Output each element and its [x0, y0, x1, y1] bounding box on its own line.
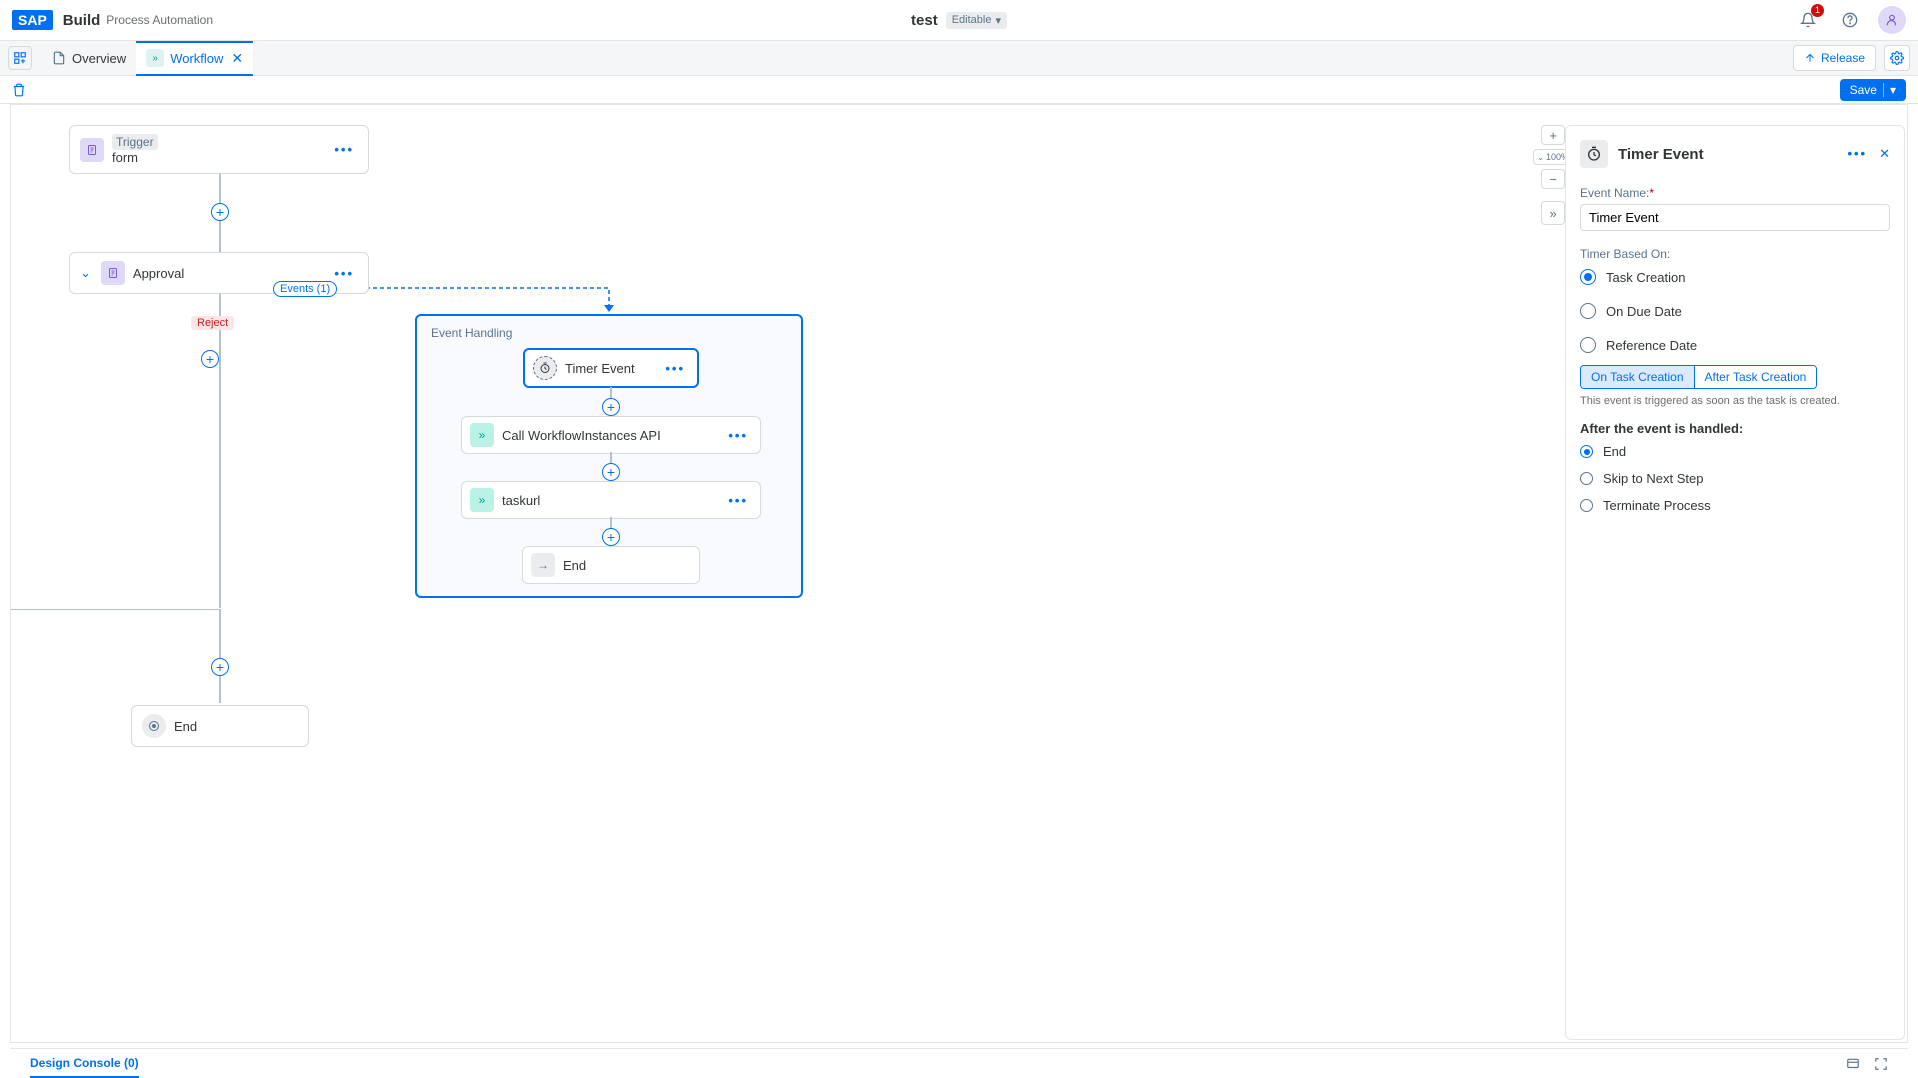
close-tab-icon[interactable]: ✕	[231, 50, 243, 67]
connector	[219, 291, 221, 608]
zoom-out-button[interactable]: −	[1541, 169, 1565, 189]
fullscreen-icon[interactable]	[1874, 1057, 1888, 1071]
node-more-icon[interactable]: •••	[330, 266, 358, 281]
save-dropdown-icon[interactable]: ▾	[1883, 83, 1896, 97]
workflow-icon: »	[146, 49, 164, 67]
help-icon[interactable]	[1836, 6, 1864, 34]
action-icon: »	[470, 423, 494, 447]
node-trigger-title: Trigger	[112, 134, 158, 150]
tab-workflow[interactable]: » Workflow ✕	[136, 41, 253, 76]
artifact-picker-icon[interactable]	[8, 46, 32, 70]
radio-terminate[interactable]: Terminate Process	[1580, 498, 1890, 513]
add-step-button[interactable]: +	[211, 658, 229, 676]
editor-toolbar: Save ▾	[0, 76, 1918, 104]
node-more-icon[interactable]: •••	[724, 428, 752, 443]
radio-due-date[interactable]: On Due Date	[1580, 303, 1890, 319]
add-step-button[interactable]: +	[602, 398, 620, 416]
add-step-button[interactable]: +	[602, 463, 620, 481]
node-approval-label: Approval	[133, 266, 184, 281]
release-button[interactable]: Release	[1793, 45, 1876, 71]
add-step-button[interactable]: +	[602, 528, 620, 546]
console-view-icon[interactable]	[1846, 1057, 1860, 1071]
tabs-bar: Overview » Workflow ✕ Release	[0, 41, 1918, 76]
node-timer-label: Timer Event	[565, 361, 635, 376]
node-taskurl-label: taskurl	[502, 493, 540, 508]
seg-after-task-creation[interactable]: After Task Creation	[1694, 366, 1817, 388]
tab-overview[interactable]: Overview	[42, 41, 136, 76]
action-icon: »	[470, 488, 494, 512]
chevron-down-icon[interactable]: ⌄	[80, 265, 91, 281]
event-name-input[interactable]	[1580, 204, 1890, 231]
user-avatar[interactable]	[1878, 6, 1906, 34]
chevron-down-icon: ▾	[995, 14, 1001, 27]
notification-badge: 1	[1811, 4, 1824, 17]
node-end[interactable]: End	[131, 705, 309, 747]
save-button[interactable]: Save ▾	[1840, 79, 1906, 101]
node-taskurl[interactable]: » taskurl •••	[461, 481, 761, 519]
node-more-icon[interactable]: •••	[330, 142, 358, 157]
connector	[219, 609, 221, 703]
timer-icon	[533, 356, 557, 380]
sap-logo: SAP	[12, 10, 53, 30]
seg-on-task-creation[interactable]: On Task Creation	[1581, 366, 1694, 388]
node-more-icon[interactable]: •••	[661, 361, 689, 376]
timer-icon	[1580, 140, 1608, 168]
node-end-inner-label: End	[563, 558, 586, 573]
radio-skip[interactable]: Skip to Next Step	[1580, 471, 1890, 486]
project-name: test	[911, 12, 938, 29]
delete-icon[interactable]	[12, 83, 26, 97]
add-step-button[interactable]: +	[201, 350, 219, 368]
panel-more-icon[interactable]: •••	[1847, 146, 1867, 162]
panel-close-icon[interactable]: ✕	[1879, 146, 1890, 162]
end-icon: →	[531, 553, 555, 577]
node-end-label: End	[174, 719, 197, 734]
properties-panel: Timer Event ••• ✕ Event Name:* Timer Bas…	[1565, 125, 1905, 1040]
collapse-panel-button[interactable]: »	[1541, 201, 1565, 225]
node-call-api[interactable]: » Call WorkflowInstances API •••	[461, 416, 761, 454]
node-trigger-sub: form	[112, 150, 158, 165]
event-name-label: Event Name:*	[1580, 186, 1890, 200]
panel-title: Timer Event	[1618, 146, 1704, 163]
radio-reference-date[interactable]: Reference Date	[1580, 337, 1890, 353]
timer-based-label: Timer Based On:	[1580, 247, 1890, 261]
node-trigger[interactable]: Trigger form •••	[69, 125, 369, 174]
app-header: SAP Build Process Automation test Editab…	[0, 0, 1918, 41]
footer-bar: Design Console (0)	[10, 1048, 1908, 1078]
file-icon	[52, 51, 66, 65]
product-label: Process Automation	[106, 13, 213, 27]
timing-hint: This event is triggered as soon as the t…	[1580, 395, 1890, 407]
after-handled-label: After the event is handled:	[1580, 421, 1890, 436]
form-icon	[101, 261, 125, 285]
status-pill[interactable]: Editable▾	[946, 12, 1007, 29]
node-call-api-label: Call WorkflowInstances API	[502, 428, 661, 443]
event-handling-box[interactable]: Event Handling Timer Event ••• + » Call …	[415, 314, 803, 598]
radio-task-creation[interactable]: Task Creation	[1580, 269, 1890, 285]
timing-segment: On Task Creation After Task Creation	[1580, 365, 1817, 389]
tab-workflow-label: Workflow	[170, 51, 223, 66]
events-pill[interactable]: Events (1)	[273, 281, 337, 297]
connector	[11, 609, 221, 610]
end-icon	[142, 714, 166, 738]
event-handling-title: Event Handling	[431, 326, 512, 340]
zoom-in-button[interactable]: +	[1541, 125, 1565, 145]
tab-overview-label: Overview	[72, 51, 126, 66]
radio-end[interactable]: End	[1580, 444, 1890, 459]
form-icon	[80, 138, 104, 162]
reject-label: Reject	[191, 316, 234, 330]
node-end-inner[interactable]: → End	[522, 546, 700, 584]
node-timer-event[interactable]: Timer Event •••	[523, 348, 699, 388]
node-more-icon[interactable]: •••	[724, 493, 752, 508]
settings-icon[interactable]	[1884, 45, 1910, 71]
add-step-button[interactable]: +	[211, 203, 229, 221]
build-label: Build	[63, 12, 101, 29]
notifications-icon[interactable]: 1	[1794, 6, 1822, 34]
design-console-tab[interactable]: Design Console (0)	[30, 1050, 139, 1078]
